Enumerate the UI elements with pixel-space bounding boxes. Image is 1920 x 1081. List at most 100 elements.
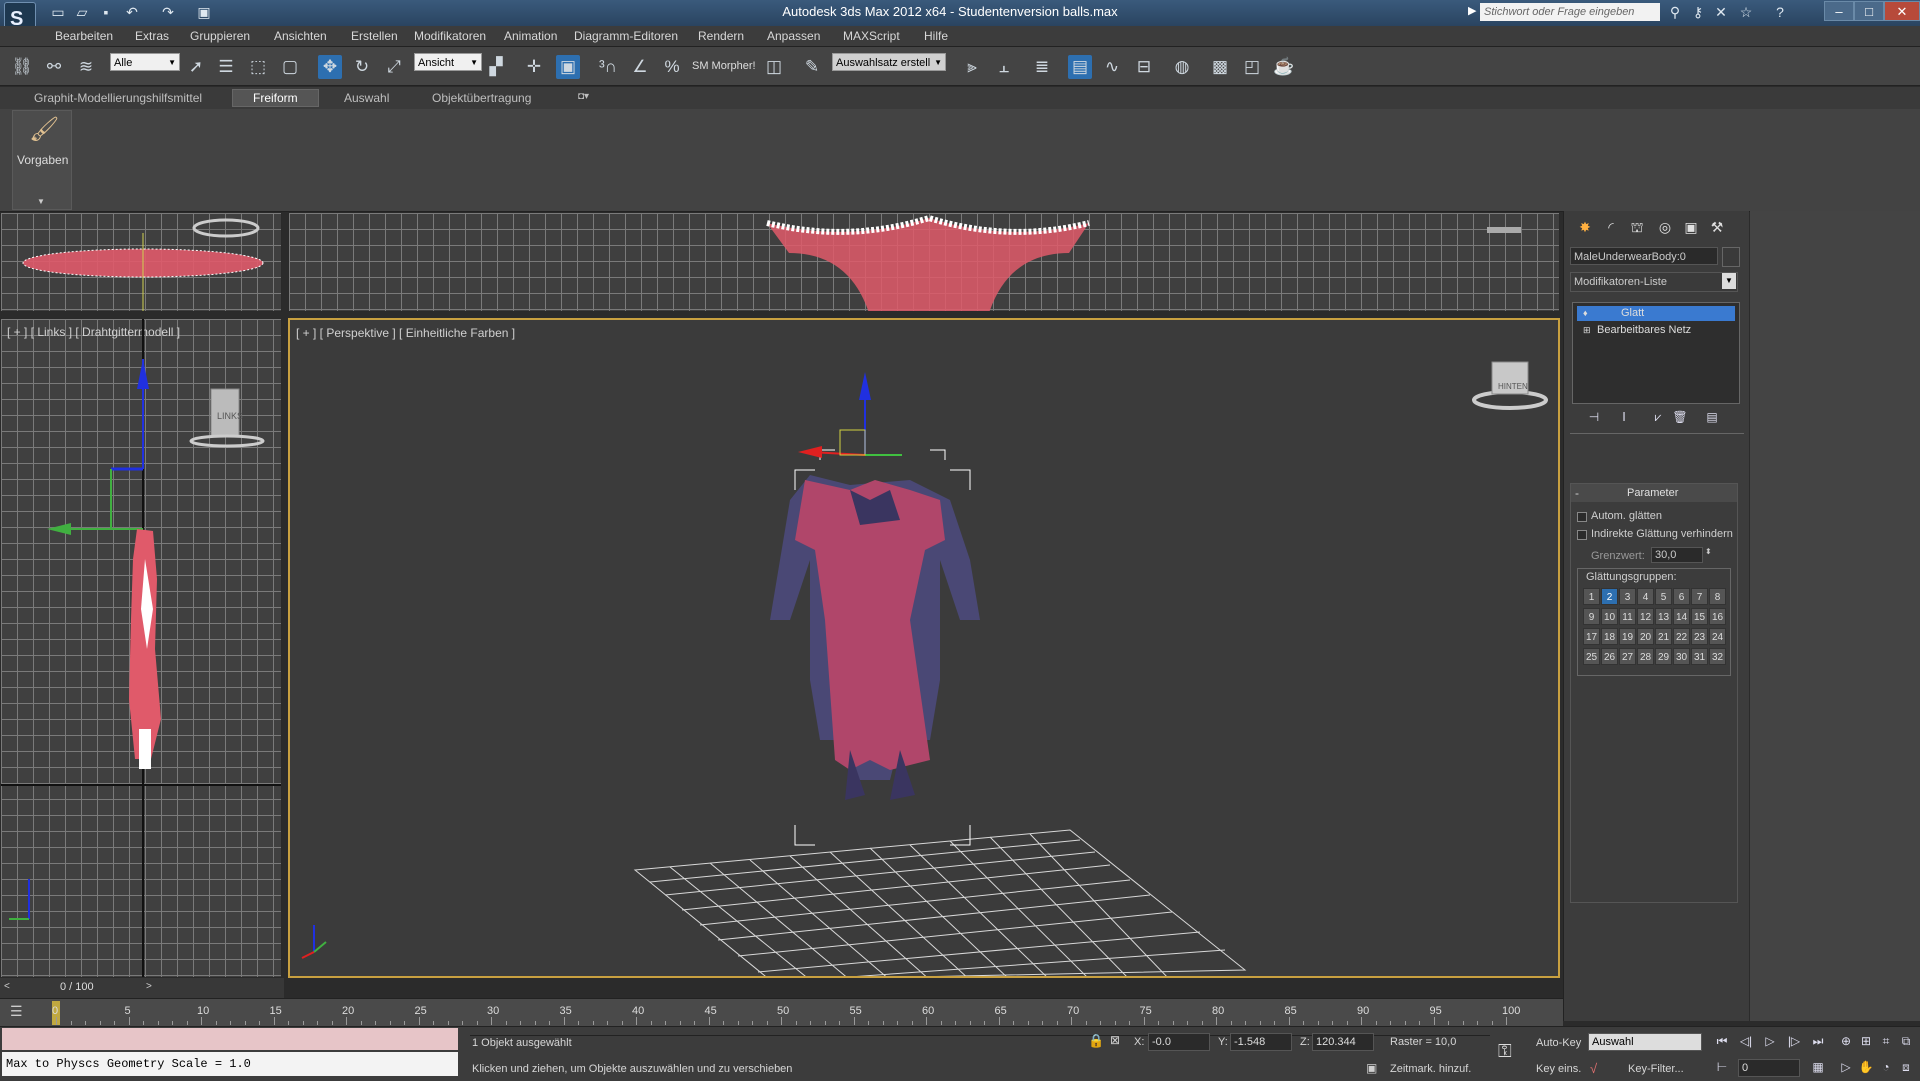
- time-prev-icon[interactable]: <: [4, 981, 10, 992]
- unlink-icon[interactable]: ⚯: [42, 55, 66, 79]
- smoothing-group-30[interactable]: 30: [1673, 648, 1690, 665]
- new-file-icon[interactable]: ▭: [48, 3, 68, 21]
- sm-morpher-button[interactable]: SM Morpher!: [692, 60, 756, 72]
- select-and-rotate-icon[interactable]: ↻: [350, 55, 374, 79]
- mirror-icon[interactable]: ⫸: [960, 55, 984, 79]
- viewcube-persp-label[interactable]: HINTEN: [1498, 382, 1528, 391]
- smoothing-group-3[interactable]: 3: [1619, 588, 1636, 605]
- smoothing-group-9[interactable]: 9: [1583, 608, 1600, 625]
- selection-mode-select[interactable]: Auswahl: [1588, 1033, 1702, 1051]
- smoothing-group-22[interactable]: 22: [1673, 628, 1690, 645]
- layer-manager-icon[interactable]: ≣: [1030, 55, 1054, 79]
- menu-animation[interactable]: Animation: [504, 29, 557, 43]
- minimize-button[interactable]: –: [1824, 1, 1854, 21]
- current-frame-field[interactable]: 0: [1738, 1059, 1800, 1077]
- maximize-button[interactable]: □: [1854, 1, 1884, 21]
- time-tag-icon[interactable]: ▣: [1366, 1061, 1377, 1075]
- menu-rendern[interactable]: Rendern: [698, 29, 744, 43]
- next-frame-icon[interactable]: |▷: [1784, 1031, 1804, 1051]
- play-icon[interactable]: ▷: [1760, 1031, 1780, 1051]
- time-slider[interactable]: < 0 / 100 >: [0, 978, 284, 998]
- menu-modifikatoren[interactable]: Modifikatoren: [414, 29, 486, 43]
- project-folder-icon[interactable]: ▣: [194, 3, 214, 21]
- manipulate-icon[interactable]: ✛: [522, 55, 546, 79]
- stack-item-glatt[interactable]: ♦ Glatt: [1577, 306, 1735, 321]
- menu-maxscript[interactable]: MAXScript: [843, 29, 900, 43]
- tab-objektuebertragung[interactable]: Objektübertragung: [432, 91, 531, 105]
- remove-modifier-icon[interactable]: 🗑: [1670, 407, 1690, 427]
- orbit-icon[interactable]: ◔: [1876, 1057, 1896, 1077]
- selection-filter-select[interactable]: Alle: [110, 53, 180, 72]
- pan-icon[interactable]: ✋: [1856, 1057, 1876, 1077]
- window-crossing-icon[interactable]: ▢: [278, 55, 302, 79]
- smoothing-group-18[interactable]: 18: [1601, 628, 1618, 645]
- keyboard-shortcut-override-icon[interactable]: ▣: [556, 55, 580, 79]
- configure-modifier-sets-icon[interactable]: ▤: [1702, 407, 1722, 427]
- render-setup-icon[interactable]: ▩: [1208, 55, 1232, 79]
- threshold-input[interactable]: 30,0: [1651, 547, 1703, 563]
- menu-hilfe[interactable]: Hilfe: [924, 29, 948, 43]
- z-coordinate-field[interactable]: 120.344: [1312, 1033, 1374, 1051]
- maxscript-listener-output[interactable]: Max to Physcs Geometry Scale = 1.0: [2, 1052, 458, 1076]
- maximize-viewport-icon[interactable]: ⧈: [1896, 1057, 1916, 1077]
- utilities-tab-icon[interactable]: ⚒: [1706, 217, 1728, 237]
- redo-icon[interactable]: ↷: [158, 3, 178, 21]
- viewport-front[interactable]: [288, 212, 1560, 312]
- display-tab-icon[interactable]: ▣: [1680, 217, 1702, 237]
- pin-stack-icon[interactable]: ⊣: [1584, 407, 1604, 427]
- communication-icon[interactable]: ✕: [1711, 3, 1731, 21]
- add-time-tag-button[interactable]: Zeitmark. hinzuf.: [1390, 1063, 1471, 1075]
- smoothing-group-7[interactable]: 7: [1691, 588, 1708, 605]
- search-input[interactable]: Stichwort oder Frage eingeben: [1480, 3, 1660, 21]
- stack-item-bearbeitbares-netz[interactable]: ⊞ Bearbeitbares Netz: [1577, 323, 1735, 338]
- help-icon[interactable]: ?: [1770, 3, 1790, 21]
- smoothing-group-17[interactable]: 17: [1583, 628, 1600, 645]
- menu-bearbeiten[interactable]: Bearbeiten: [55, 29, 113, 43]
- smoothing-group-6[interactable]: 6: [1673, 588, 1690, 605]
- pivot-center-icon[interactable]: ▞: [484, 55, 508, 79]
- auto-key-button[interactable]: Auto-Key: [1536, 1037, 1581, 1049]
- smoothing-group-29[interactable]: 29: [1655, 648, 1672, 665]
- open-file-icon[interactable]: ▱: [72, 3, 92, 21]
- bind-space-warp-icon[interactable]: ≋: [74, 55, 98, 79]
- search-expand-icon[interactable]: ▶: [1468, 4, 1476, 17]
- auto-smooth-checkbox[interactable]: [1577, 512, 1587, 522]
- smoothing-group-1[interactable]: 1: [1583, 588, 1600, 605]
- render-production-icon[interactable]: ☕: [1272, 55, 1296, 79]
- edit-named-selection-icon[interactable]: ✎: [800, 55, 824, 79]
- viewport-left[interactable]: [ + ] [ Links ] [ Drahtgittermodell ] LI…: [0, 318, 282, 978]
- zoom-extents-all-icon[interactable]: ⧉: [1896, 1031, 1916, 1051]
- expand-plus-icon[interactable]: ⊞: [1583, 323, 1591, 338]
- go-to-end-icon[interactable]: ⏭: [1808, 1031, 1828, 1051]
- snaps-toggle-icon[interactable]: ³∩: [596, 55, 620, 79]
- time-next-icon[interactable]: >: [146, 981, 152, 992]
- smoothing-group-20[interactable]: 20: [1637, 628, 1654, 645]
- align-icon[interactable]: ⫠: [992, 55, 1016, 79]
- tab-graphit-modellierung[interactable]: Graphit-Modellierungshilfsmittel: [34, 91, 202, 105]
- close-button[interactable]: ✕: [1884, 1, 1920, 21]
- smoothing-group-11[interactable]: 11: [1619, 608, 1636, 625]
- modifier-list-select[interactable]: Modifikatoren-Liste: [1570, 272, 1738, 292]
- smoothing-group-10[interactable]: 10: [1601, 608, 1618, 625]
- smoothing-group-28[interactable]: 28: [1637, 648, 1654, 665]
- material-editor-icon[interactable]: ◍: [1170, 55, 1194, 79]
- absolute-mode-icon[interactable]: ⊠: [1110, 1033, 1120, 1047]
- save-icon[interactable]: ▪: [96, 3, 116, 21]
- default-tangents-icon[interactable]: √: [1590, 1061, 1597, 1076]
- smoothing-group-13[interactable]: 13: [1655, 608, 1672, 625]
- hierarchy-tab-icon[interactable]: ⛫: [1626, 217, 1648, 237]
- viewport-top[interactable]: [0, 212, 282, 312]
- object-color-swatch[interactable]: [1722, 247, 1740, 267]
- field-of-view-icon[interactable]: ▷: [1836, 1057, 1856, 1077]
- smoothing-group-4[interactable]: 4: [1637, 588, 1654, 605]
- menu-extras[interactable]: Extras: [135, 29, 169, 43]
- menu-ansichten[interactable]: Ansichten: [274, 29, 327, 43]
- link-icon[interactable]: ⛓: [10, 55, 34, 79]
- rectangular-selection-icon[interactable]: ⬚: [246, 55, 270, 79]
- vorgaben-button[interactable]: 🖌 Vorgaben ▼: [12, 110, 72, 210]
- time-configuration-icon[interactable]: ▦: [1808, 1057, 1828, 1077]
- binoculars-icon[interactable]: ⚲: [1665, 3, 1685, 21]
- key-filter-button[interactable]: Key-Filter...: [1628, 1063, 1684, 1075]
- smoothing-group-21[interactable]: 21: [1655, 628, 1672, 645]
- go-to-start-icon[interactable]: ⏮: [1712, 1031, 1732, 1051]
